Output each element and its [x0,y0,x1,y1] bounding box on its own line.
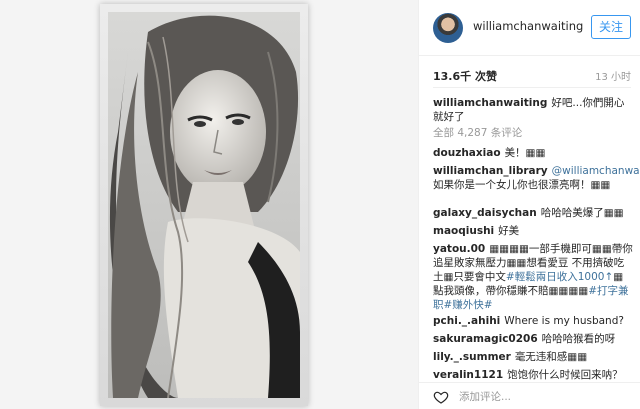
comment-text: 哈哈哈猴看的呀 [541,333,616,345]
post-photo-frame [100,4,308,406]
follow-button[interactable]: 关注 [591,15,631,39]
comment-text: Where is my husband? [504,315,624,327]
list-item: lily._.summer 毫无违和感▦▦ [433,350,633,364]
comment-text: 饱饱你什么时候回来呐？ [507,369,623,381]
comment-author[interactable]: pchi._.ahihi [433,315,500,327]
list-item: yatou.00 ▦▦▦▦一部手機即可▦▦帶你追星敗家無壓力▦▦想看愛豆 不用擠破… [433,242,633,312]
list-item: douzhaxiao 美！▦▦ [433,146,633,160]
comment-hashtag[interactable]: #輕鬆兩日收入1000↑ [506,271,613,283]
comment-text: 毫无违和感▦▦ [514,351,588,363]
comment-author[interactable]: sakuramagic0206 [433,333,538,345]
comment-author[interactable]: lily._.summer [433,351,511,363]
caption: williamchanwaiting 好吧...你們開心就好了 [433,96,633,124]
caption-author[interactable]: williamchanwaiting [433,97,547,109]
portrait-image [108,12,300,398]
post-header: williamchanwaiting 关注 [419,0,640,56]
post-photo[interactable] [108,12,300,398]
comment-text: 好美 [498,225,520,237]
view-all-comments-link[interactable]: 全部 4,287 条评论 [433,126,522,140]
comment-author[interactable]: galaxy_daisychan [433,207,537,219]
comment-text: 哈哈哈美爆了▦▦ [540,207,624,219]
list-item: williamchan_library @williamchanwaiting 如… [433,164,640,192]
post-time[interactable]: 13 小时 [595,68,631,83]
comment-author[interactable]: yatou.00 [433,243,485,255]
comment-text: 如果你是一个女儿你也很漂亮啊！▦▦ [433,179,611,191]
add-comment-input[interactable]: 添加评论... [459,389,511,404]
list-item: pchi._.ahihi Where is my husband? [433,314,633,328]
heart-icon[interactable] [433,389,449,405]
comment-footer: 添加评论... [419,382,640,409]
avatar[interactable] [433,13,463,43]
list-item: sakuramagic0206 哈哈哈猴看的呀 [433,332,633,346]
list-item: veralin1121 饱饱你什么时候回来呐？ [433,368,633,382]
post-photo-area [0,0,418,409]
post-meta: 13.6千 次赞 13 小时 [433,68,631,88]
comment-author[interactable]: douzhaxiao [433,147,501,159]
comment-text: 美！▦▦ [504,147,546,159]
comment-author[interactable]: maoqiushi [433,225,494,237]
comment-author[interactable]: veralin1121 [433,369,503,381]
post-sidebar: williamchanwaiting 关注 13.6千 次赞 13 小时 wil… [418,0,640,409]
list-item: galaxy_daisychan 哈哈哈美爆了▦▦ [433,206,633,220]
likes-count[interactable]: 13.6千 次赞 [433,68,497,84]
list-item: maoqiushi 好美 [433,224,633,238]
comment-author[interactable]: williamchan_library [433,165,548,177]
post-author-username[interactable]: williamchanwaiting [473,19,583,33]
comment-mention[interactable]: @williamchanwaiting [552,165,640,177]
